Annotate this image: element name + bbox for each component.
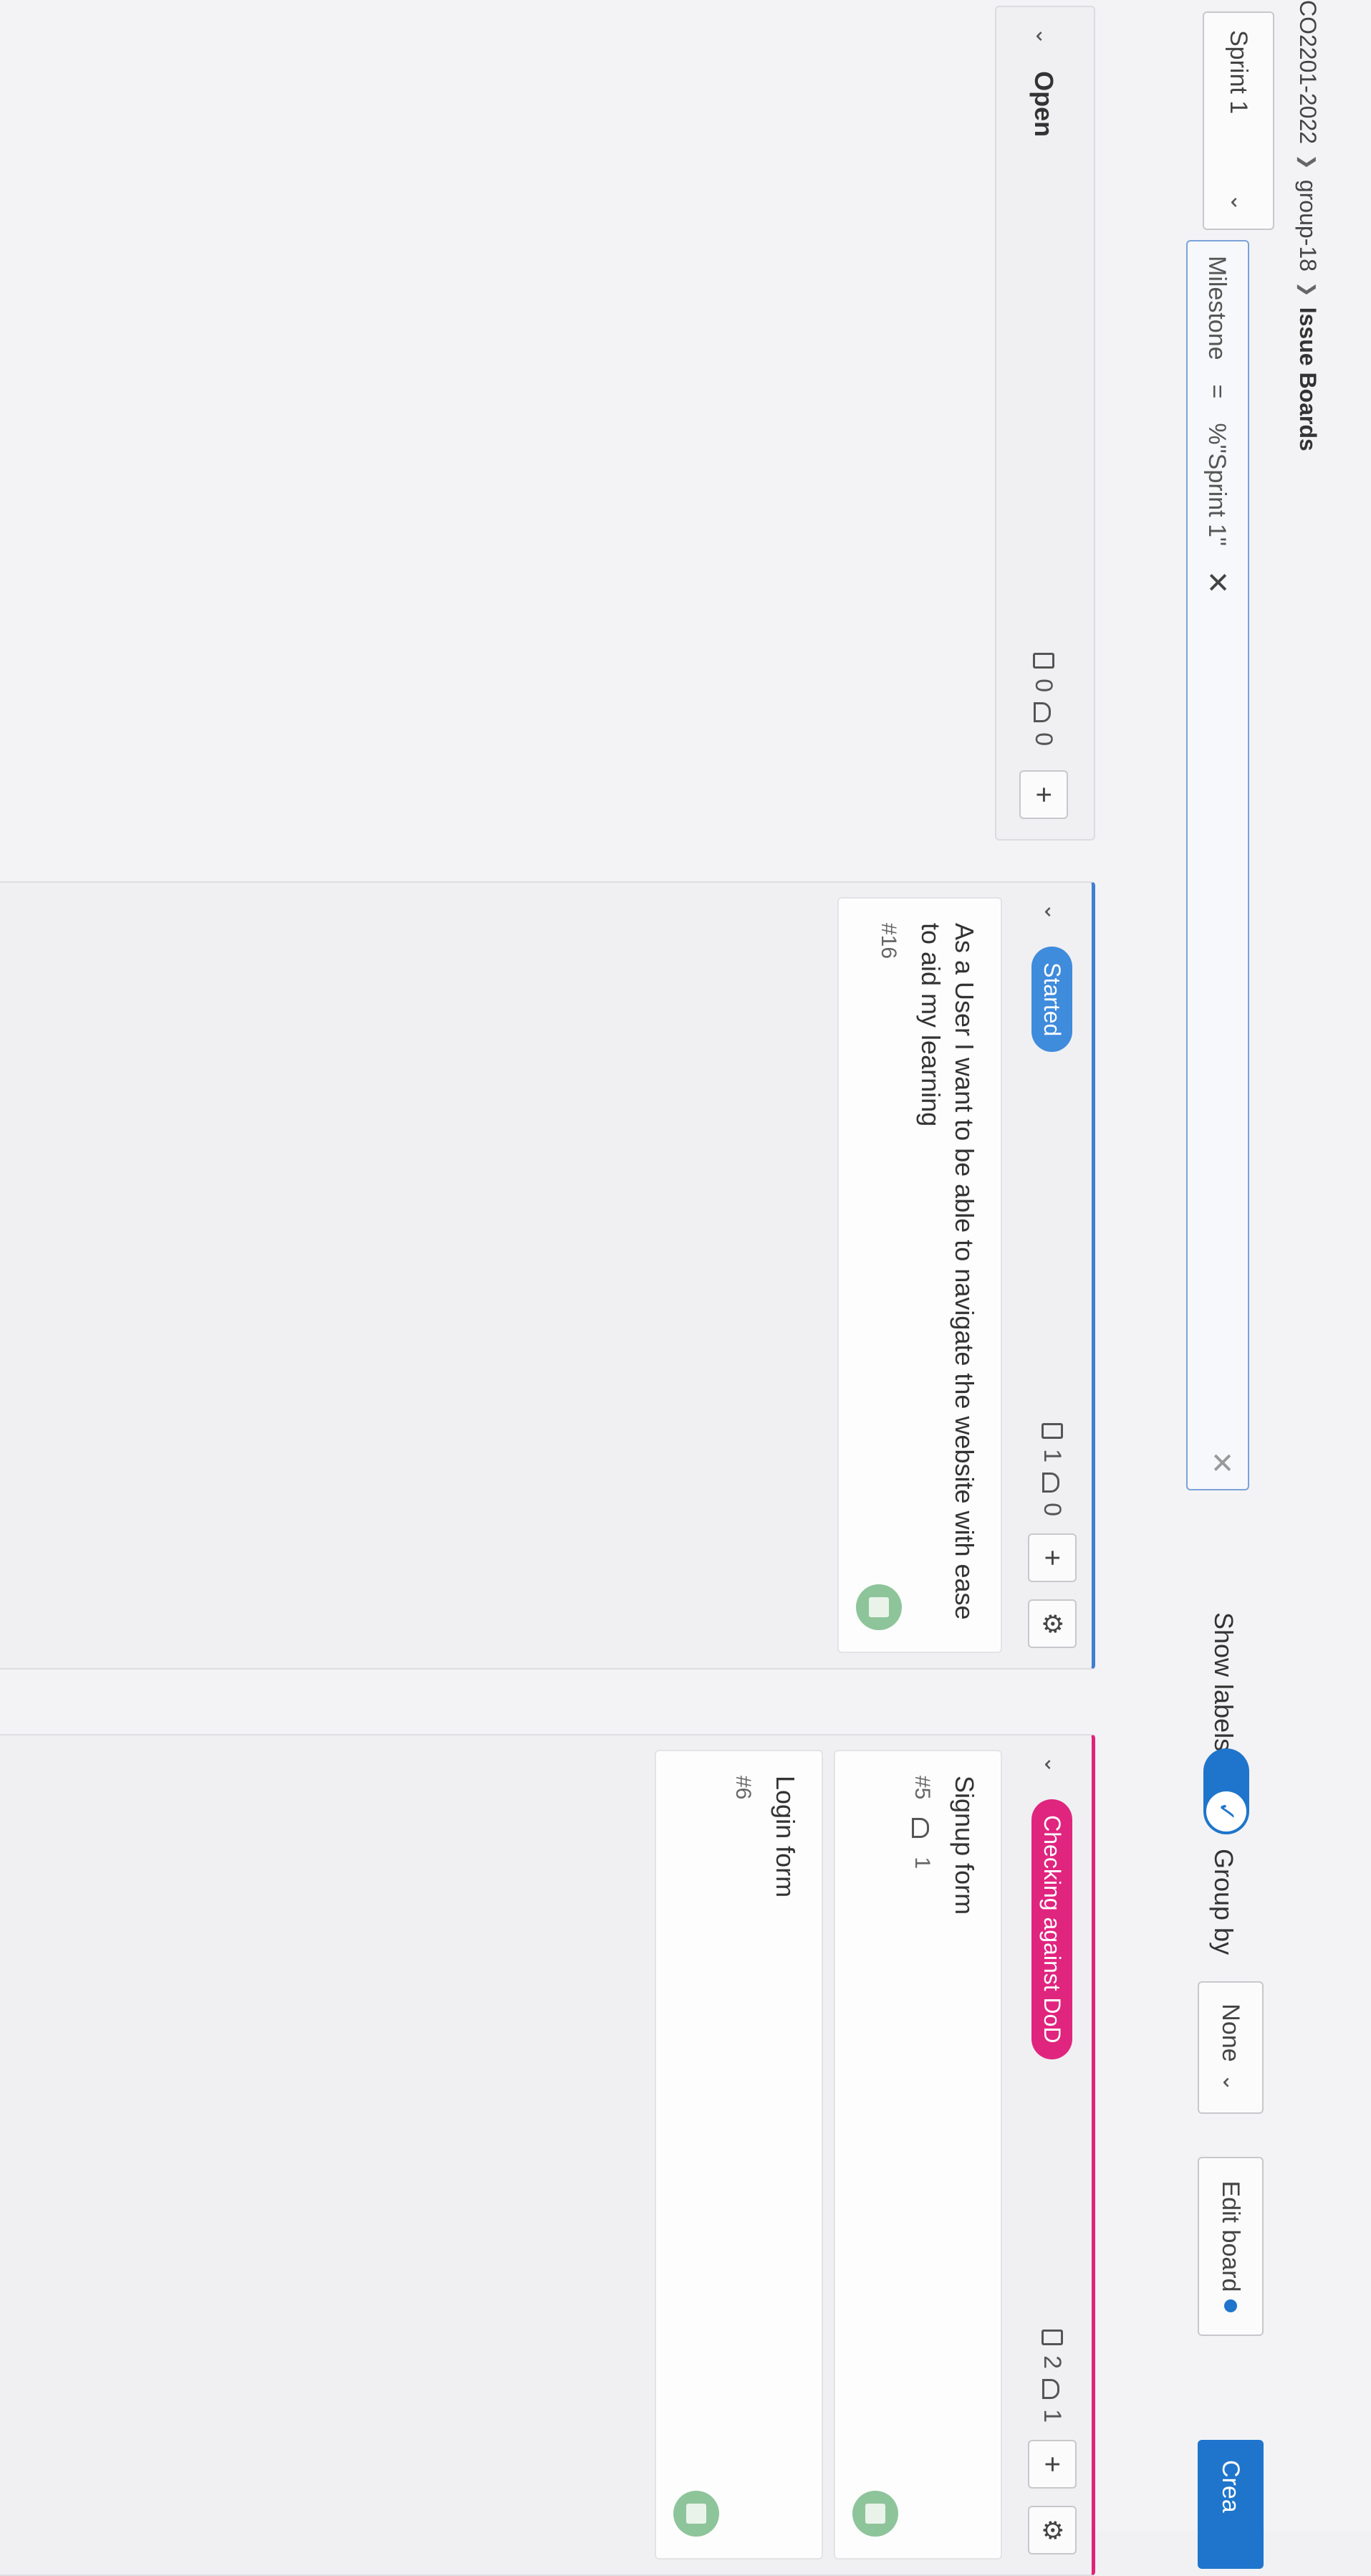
- chevron-down-icon[interactable]: ⌄: [1040, 903, 1065, 921]
- weight-icon: [1042, 1473, 1059, 1493]
- list-header[interactable]: ⌄ Open 0 0 +: [994, 7, 1094, 839]
- gear-icon[interactable]: ⚙: [1028, 2506, 1077, 2555]
- issue-title[interactable]: Signup form: [947, 1776, 981, 2534]
- group-by-value: None: [1217, 2003, 1245, 2062]
- weight-count: 1: [1039, 2409, 1067, 2423]
- list-counts: 1 0 + ⚙: [1028, 1423, 1077, 1648]
- create-list-button[interactable]: Crea: [1198, 2440, 1264, 2569]
- chevron-down-icon[interactable]: ⌄: [1031, 27, 1057, 45]
- breadcrumb-project[interactable]: CO2201-2022: [1294, 0, 1321, 144]
- chevron-right-icon: ❯: [1297, 281, 1319, 297]
- filter-search-box[interactable]: Milestone = %"Sprint 1" ✕ ✕: [1186, 240, 1249, 1490]
- issue-card[interactable]: As a User I want to be able to navigate …: [837, 897, 1002, 1653]
- create-list-label: Crea: [1217, 2460, 1245, 2513]
- weight-count: 0: [1039, 1503, 1067, 1516]
- chevron-down-icon[interactable]: ⌄: [1040, 1756, 1065, 1773]
- issue-meta: #6: [731, 1776, 755, 2534]
- breadcrumb-group[interactable]: group-18: [1294, 180, 1321, 272]
- close-icon[interactable]: ✕: [1201, 570, 1233, 595]
- sprint-select[interactable]: Sprint 1 ⌄: [1203, 11, 1274, 230]
- list-header[interactable]: ⌄ Started 1 0 + ⚙: [1013, 883, 1092, 1668]
- list-header[interactable]: ⌄ Checking against DoD 2 1 + ⚙: [1013, 1735, 1092, 2575]
- token-value: %"Sprint 1": [1203, 423, 1231, 546]
- token-operator: =: [1203, 384, 1231, 399]
- sprint-select-value: Sprint 1: [1225, 30, 1253, 115]
- chevron-down-icon: ⌄: [1226, 193, 1251, 211]
- issue-title[interactable]: Login form: [768, 1776, 802, 2534]
- list-title: Open: [1029, 71, 1059, 138]
- list-counts: 2 1 + ⚙: [1028, 2330, 1077, 2555]
- issue-card[interactable]: Login form #6: [655, 1750, 823, 2560]
- list-label-pill[interactable]: Started: [1031, 947, 1073, 1053]
- weight-icon: [1042, 2379, 1059, 2400]
- list-label-pill[interactable]: Checking against DoD: [1031, 1799, 1073, 2059]
- issue-title[interactable]: As a User I want to be able to navigate …: [913, 923, 981, 1627]
- issue-count: 0: [1030, 679, 1058, 693]
- group-by-select[interactable]: None ⌄: [1198, 1981, 1264, 2114]
- edit-board-button[interactable]: Edit board: [1198, 2157, 1264, 2336]
- issue-count: 2: [1039, 2355, 1067, 2370]
- issue-count: 1: [1039, 1449, 1067, 1463]
- add-issue-button[interactable]: +: [1019, 770, 1068, 819]
- issue-card[interactable]: Signup form #5 1: [834, 1750, 1002, 2560]
- gear-icon[interactable]: ⚙: [1028, 1599, 1077, 1648]
- avatar[interactable]: [856, 1584, 902, 1630]
- issues-icon: [1033, 653, 1054, 669]
- chevron-down-icon: ⌄: [1218, 2073, 1243, 2092]
- board-list-checking-against-dod: ⌄ Checking against DoD 2 1 + ⚙ Signup fo…: [0, 1734, 1095, 2576]
- avatar[interactable]: [852, 2491, 898, 2537]
- issue-id: #6: [731, 1776, 756, 1800]
- clear-filter-icon[interactable]: ✕: [1205, 1450, 1238, 1475]
- issue-id: #16: [877, 923, 901, 959]
- token-field: Milestone: [1203, 256, 1231, 360]
- weight-count: 0: [1030, 732, 1058, 746]
- board-list-open: ⌄ Open 0 0 +: [995, 6, 1095, 841]
- avatar[interactable]: [673, 2491, 719, 2537]
- issue-meta: #16: [876, 923, 900, 1627]
- issue-meta: #5 1: [910, 1776, 934, 2534]
- breadcrumb-current[interactable]: Issue Boards: [1294, 307, 1321, 451]
- issues-icon: [1042, 1423, 1063, 1440]
- issues-icon: [1042, 2330, 1063, 2346]
- chevron-right-icon: ❯: [1297, 154, 1319, 170]
- issue-weight: 1: [910, 1857, 935, 1869]
- show-labels-toggle[interactable]: ✓: [1203, 1748, 1249, 1834]
- edit-board-label: Edit board: [1217, 2180, 1245, 2292]
- board-list-started: ⌄ Started 1 0 + ⚙ As a User I want to be…: [0, 881, 1095, 1670]
- add-issue-button[interactable]: +: [1028, 1533, 1077, 1582]
- filter-token[interactable]: Milestone = %"Sprint 1" ✕: [1195, 256, 1239, 594]
- check-icon: ✓: [1206, 1791, 1246, 1832]
- breadcrumb: CO2201-2022 ❯ group-18 ❯ Issue Boards: [1294, 0, 1321, 451]
- weight-icon: [912, 1818, 930, 1839]
- issue-id: #5: [910, 1776, 935, 1800]
- show-labels-label: Show labels: [1209, 1612, 1238, 1752]
- group-by-label: Group by: [1209, 1849, 1238, 1955]
- add-issue-button[interactable]: +: [1028, 2440, 1077, 2489]
- status-dot: [1224, 2299, 1237, 2312]
- list-counts: 0 0 +: [1019, 653, 1068, 819]
- weight-icon: [1034, 702, 1051, 723]
